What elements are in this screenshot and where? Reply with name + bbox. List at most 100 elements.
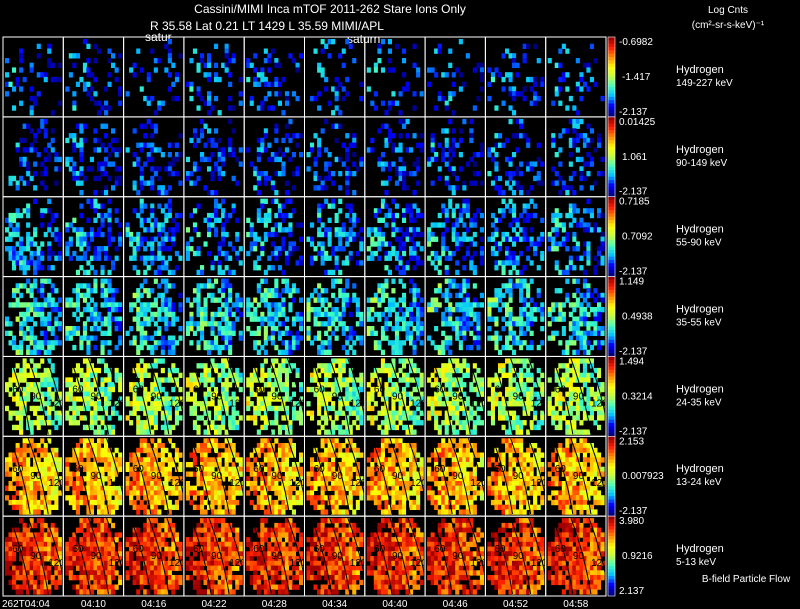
heatmap-cell	[313, 175, 318, 182]
heatmap-cell	[111, 429, 116, 435]
heatmap-cell	[487, 311, 492, 318]
heatmap-cell	[68, 241, 73, 247]
heatmap-cell	[600, 330, 605, 336]
heatmap-cell	[352, 190, 357, 196]
heatmap-cell	[203, 377, 208, 383]
heatmap-cell	[490, 405, 495, 412]
heatmap-cell	[221, 198, 226, 204]
heatmap-cell	[267, 58, 272, 64]
heatmap-cell	[597, 311, 602, 318]
heatmap-cell	[579, 340, 584, 346]
heatmap-cell	[129, 67, 134, 73]
heatmap-cell	[15, 283, 20, 289]
heatmap-cell	[519, 190, 524, 196]
heatmap-cell	[444, 269, 449, 276]
heatmap-cell	[40, 316, 45, 322]
heatmap-cell	[118, 316, 123, 322]
heatmap-cell	[366, 227, 371, 233]
heatmap-cell	[501, 292, 506, 299]
heatmap-cell	[40, 382, 45, 388]
heatmap-cell	[139, 420, 144, 426]
colorbar-segment	[608, 80, 615, 84]
heatmap-cell	[75, 53, 80, 59]
heatmap-cell	[458, 302, 463, 308]
heatmap-cell	[75, 316, 80, 322]
heatmap-cell	[79, 265, 84, 271]
heatmap-cell	[270, 241, 275, 247]
heatmap-cell	[551, 246, 556, 252]
heatmap-cell	[324, 420, 329, 426]
heatmap-cell	[65, 410, 70, 416]
heatmap-cell	[164, 283, 169, 289]
heatmap-cell	[118, 377, 123, 383]
heatmap-cell	[320, 415, 325, 421]
pitch-angle-label: 60	[193, 384, 205, 395]
heatmap-cell	[540, 250, 545, 257]
heatmap-cell	[157, 340, 162, 346]
heatmap-cell	[75, 231, 80, 238]
heatmap-cell	[224, 283, 229, 289]
heatmap-cell	[136, 415, 141, 421]
heatmap-cell	[310, 142, 315, 148]
heatmap-cell	[143, 203, 148, 209]
heatmap-cell	[519, 288, 524, 294]
heatmap-cell	[437, 288, 442, 294]
heatmap-cell	[554, 222, 559, 228]
heatmap-cell	[224, 62, 229, 68]
heatmap-cell	[231, 391, 236, 397]
heatmap-cell	[508, 278, 513, 284]
heatmap-cell	[136, 307, 141, 313]
heatmap-cell	[97, 255, 102, 261]
heatmap-cell	[288, 420, 293, 426]
heatmap-cell	[551, 212, 556, 219]
heatmap-cell	[377, 208, 382, 214]
heatmap-cell	[270, 340, 275, 346]
heatmap-cell	[19, 420, 24, 426]
heatmap-cell	[522, 53, 527, 59]
heatmap-cell	[277, 208, 282, 214]
heatmap-cell	[377, 231, 382, 238]
heatmap-cell	[40, 340, 45, 346]
heatmap-cell	[19, 372, 24, 378]
heatmap-cell	[185, 377, 190, 383]
heatmap-cell	[143, 123, 148, 129]
heatmap-cell	[111, 236, 116, 242]
heatmap-cell	[228, 420, 233, 426]
heatmap-cell	[458, 72, 463, 78]
heatmap-cell	[288, 288, 293, 294]
heatmap-cell	[575, 156, 580, 163]
heatmap-cell	[246, 377, 251, 383]
heatmap-cell	[228, 241, 233, 247]
heatmap-cell	[189, 372, 194, 378]
heatmap-cell	[15, 222, 20, 228]
heatmap-cell	[313, 335, 318, 341]
heatmap-cell	[512, 415, 517, 421]
heatmap-cell	[19, 330, 24, 336]
heatmap-cell	[448, 118, 453, 125]
heatmap-cell	[157, 190, 162, 196]
heatmap-cell	[192, 133, 197, 139]
heatmap-cell	[498, 415, 503, 421]
heatmap-cell	[207, 190, 212, 196]
heatmap-cell	[455, 367, 460, 374]
heatmap-cell	[150, 95, 155, 102]
heatmap-cell	[214, 227, 219, 233]
heatmap-cell	[270, 185, 275, 191]
heatmap-cell	[398, 415, 403, 421]
heatmap-cell	[451, 81, 456, 87]
heatmap-cell	[515, 166, 520, 172]
heatmap-cell	[373, 241, 378, 247]
heatmap-cell	[75, 142, 80, 148]
heatmap-cell	[540, 76, 545, 83]
heatmap-cell	[167, 58, 172, 64]
heatmap-cell	[100, 231, 105, 238]
heatmap-cell	[167, 171, 172, 177]
heatmap-cell	[359, 236, 364, 242]
heatmap-cell	[380, 123, 385, 129]
heatmap-cell	[536, 420, 541, 426]
heatmap-cell	[437, 43, 442, 49]
heatmap-cell	[217, 250, 222, 257]
colorbar-segment	[608, 96, 615, 101]
heatmap-cell	[157, 292, 162, 299]
heatmap-cell	[366, 391, 371, 397]
